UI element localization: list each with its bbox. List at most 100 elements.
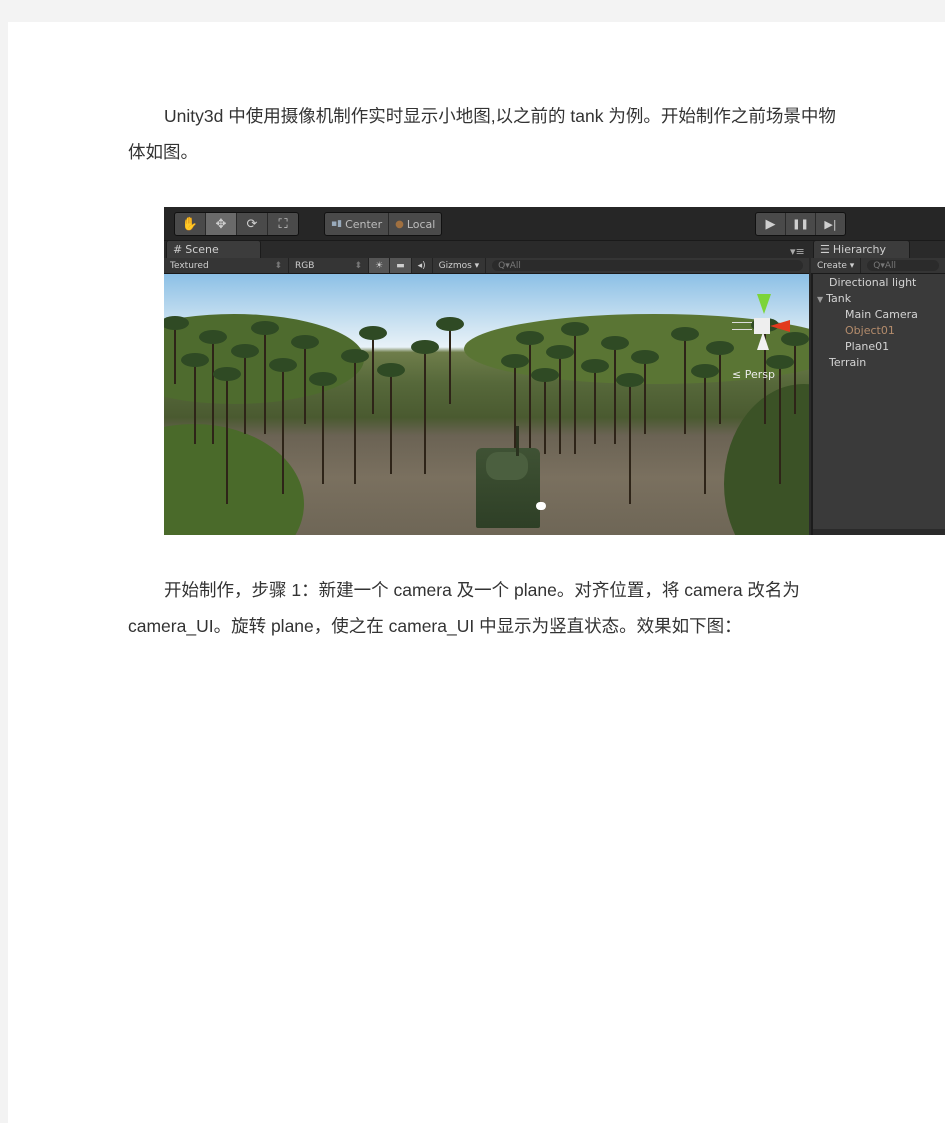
palm-tree-crown bbox=[377, 363, 405, 377]
terrain-hill bbox=[724, 384, 809, 535]
orientation-gizmo[interactable] bbox=[732, 294, 792, 354]
hierarchy-list-icon: ☰ bbox=[820, 243, 830, 256]
gizmos-dropdown[interactable]: Gizmos ▾ bbox=[433, 258, 487, 273]
transform-tools: ✋ ✥ ⟳ ⛶ bbox=[174, 212, 299, 236]
palm-tree-trunk bbox=[614, 344, 616, 444]
palm-tree-trunk bbox=[559, 353, 561, 454]
palm-tree-trunk bbox=[779, 363, 781, 484]
hierarchy-item-label: Plane01 bbox=[845, 340, 890, 353]
palm-tree-trunk bbox=[719, 349, 721, 424]
light-gizmo-icon bbox=[536, 502, 546, 510]
hierarchy-item-tank[interactable]: ▼ Tank bbox=[817, 292, 851, 305]
hierarchy-item-main-camera[interactable]: Main Camera bbox=[845, 308, 918, 321]
palm-tree-crown bbox=[269, 358, 297, 372]
hierarchy-item-label: Tank bbox=[826, 292, 852, 305]
tab-scene[interactable]: # Scene bbox=[166, 240, 261, 258]
move-tool-icon[interactable]: ✥ bbox=[206, 213, 237, 235]
hand-tool-icon[interactable]: ✋ bbox=[175, 213, 206, 235]
scene-search-input[interactable]: Q▾All bbox=[492, 260, 803, 271]
gizmo-z-axis[interactable] bbox=[757, 332, 769, 350]
hierarchy-item-label: Main Camera bbox=[845, 308, 918, 321]
dropdown-arrows-icon: ⬍ bbox=[274, 260, 282, 271]
palm-tree-crown bbox=[561, 322, 589, 336]
play-icon[interactable]: ▶ bbox=[756, 213, 786, 235]
palm-tree-trunk bbox=[282, 366, 284, 494]
palm-tree-crown bbox=[251, 321, 279, 335]
hierarchy-search-input[interactable]: Q▾All bbox=[867, 260, 939, 271]
palm-tree-crown bbox=[231, 344, 259, 358]
hierarchy-item-label: Terrain bbox=[829, 356, 867, 369]
palm-tree-crown bbox=[199, 330, 227, 344]
palm-tree-crown bbox=[546, 345, 574, 359]
step-icon[interactable]: ▶| bbox=[816, 213, 845, 235]
tab-hierarchy[interactable]: ☰ Hierarchy bbox=[813, 240, 910, 258]
palm-tree-crown bbox=[601, 336, 629, 350]
panel-menu-icon[interactable]: ▾≡ bbox=[790, 245, 805, 258]
channel-dropdown[interactable]: RGB ⬍ bbox=[289, 258, 369, 273]
rotate-tool-icon[interactable]: ⟳ bbox=[237, 213, 268, 235]
palm-tree-trunk bbox=[529, 339, 531, 464]
palm-tree-trunk bbox=[212, 338, 214, 444]
pivot-rotation-button[interactable]: ● Local bbox=[389, 213, 441, 235]
hierarchy-item-label: Directional light bbox=[829, 276, 917, 289]
pivot-controls: ▪▮ Center ● Local bbox=[324, 212, 443, 236]
pivot-mode-button[interactable]: ▪▮ Center bbox=[325, 213, 390, 235]
scale-tool-icon[interactable]: ⛶ bbox=[268, 213, 298, 235]
palm-tree-trunk bbox=[594, 367, 596, 444]
scene-image-toggle[interactable]: ▬ bbox=[390, 258, 412, 273]
palm-tree-trunk bbox=[644, 358, 646, 434]
hierarchy-item-directional-light[interactable]: Directional light bbox=[829, 276, 916, 289]
palm-tree-trunk bbox=[304, 343, 306, 424]
palm-tree-trunk bbox=[194, 361, 196, 444]
hierarchy-item-plane01[interactable]: Plane01 bbox=[845, 340, 889, 353]
palm-tree-crown bbox=[359, 326, 387, 340]
palm-tree-crown bbox=[531, 368, 559, 382]
hierarchy-toolbar: Create ▾ Q▾All bbox=[811, 258, 945, 274]
unity-editor-screenshot: ✋ ✥ ⟳ ⛶ ▪▮ Center ● Local ▶ ❚❚ ▶| # Scene … bbox=[164, 207, 945, 535]
hierarchy-panel: Directional light ▼ Tank Main Camera Obje… bbox=[811, 274, 945, 535]
create-dropdown[interactable]: Create ▾ bbox=[811, 258, 862, 273]
scene-tab-label: Scene bbox=[185, 243, 219, 256]
local-rotation-icon: ● bbox=[395, 218, 404, 230]
palm-tree-trunk bbox=[372, 334, 374, 414]
pause-icon[interactable]: ❚❚ bbox=[786, 213, 816, 235]
hierarchy-item-terrain[interactable]: Terrain bbox=[829, 356, 866, 369]
palm-tree-trunk bbox=[704, 372, 706, 494]
unity-toolbar: ✋ ✥ ⟳ ⛶ ▪▮ Center ● Local ▶ ❚❚ ▶| bbox=[164, 207, 945, 241]
palm-tree-crown bbox=[706, 341, 734, 355]
palm-tree-crown bbox=[181, 353, 209, 367]
expand-triangle-icon[interactable]: ▼ bbox=[817, 295, 823, 304]
step1-paragraph: 开始制作，步骤 1：新建一个 camera 及一个 plane。对齐位置，将 c… bbox=[128, 580, 800, 636]
projection-label[interactable]: ≤ Persp bbox=[732, 368, 775, 381]
palm-tree-trunk bbox=[244, 352, 246, 434]
palm-tree-crown bbox=[411, 340, 439, 354]
play-controls: ▶ ❚❚ ▶| bbox=[755, 212, 846, 236]
dropdown-arrows-icon: ⬍ bbox=[354, 260, 362, 271]
hierarchy-bottom-edge bbox=[813, 529, 945, 535]
tank-model[interactable] bbox=[476, 426, 540, 528]
palm-tree-crown bbox=[309, 372, 337, 386]
hierarchy-item-label: Object01 bbox=[845, 324, 895, 337]
gizmo-neg-x-axis[interactable] bbox=[732, 322, 752, 330]
palm-tree-crown bbox=[436, 317, 464, 331]
hierarchy-item-object01[interactable]: Object01 bbox=[845, 324, 895, 337]
palm-tree-trunk bbox=[629, 381, 631, 504]
gizmo-y-axis[interactable] bbox=[757, 294, 771, 314]
scene-audio-toggle[interactable]: ◂) bbox=[412, 258, 433, 273]
scene-viewport[interactable]: ≤ Persp bbox=[164, 274, 809, 535]
image-icon: ▬ bbox=[396, 260, 405, 271]
palm-tree-trunk bbox=[574, 330, 576, 454]
palm-tree-trunk bbox=[322, 380, 324, 484]
pivot-mode-label: Center bbox=[345, 217, 383, 231]
pivot-rotation-label: Local bbox=[406, 217, 436, 231]
palm-tree-trunk bbox=[544, 376, 546, 454]
channel-label: RGB bbox=[295, 260, 315, 271]
hierarchy-tab-label: Hierarchy bbox=[832, 243, 887, 256]
scene-lighting-toggle[interactable]: ☀ bbox=[369, 258, 391, 273]
render-mode-dropdown[interactable]: Textured ⬍ bbox=[164, 258, 289, 273]
palm-tree-crown bbox=[291, 335, 319, 349]
palm-tree-crown bbox=[501, 354, 529, 368]
palm-tree-trunk bbox=[390, 371, 392, 474]
tank-turret bbox=[486, 426, 528, 480]
gizmo-x-axis[interactable] bbox=[770, 320, 790, 332]
